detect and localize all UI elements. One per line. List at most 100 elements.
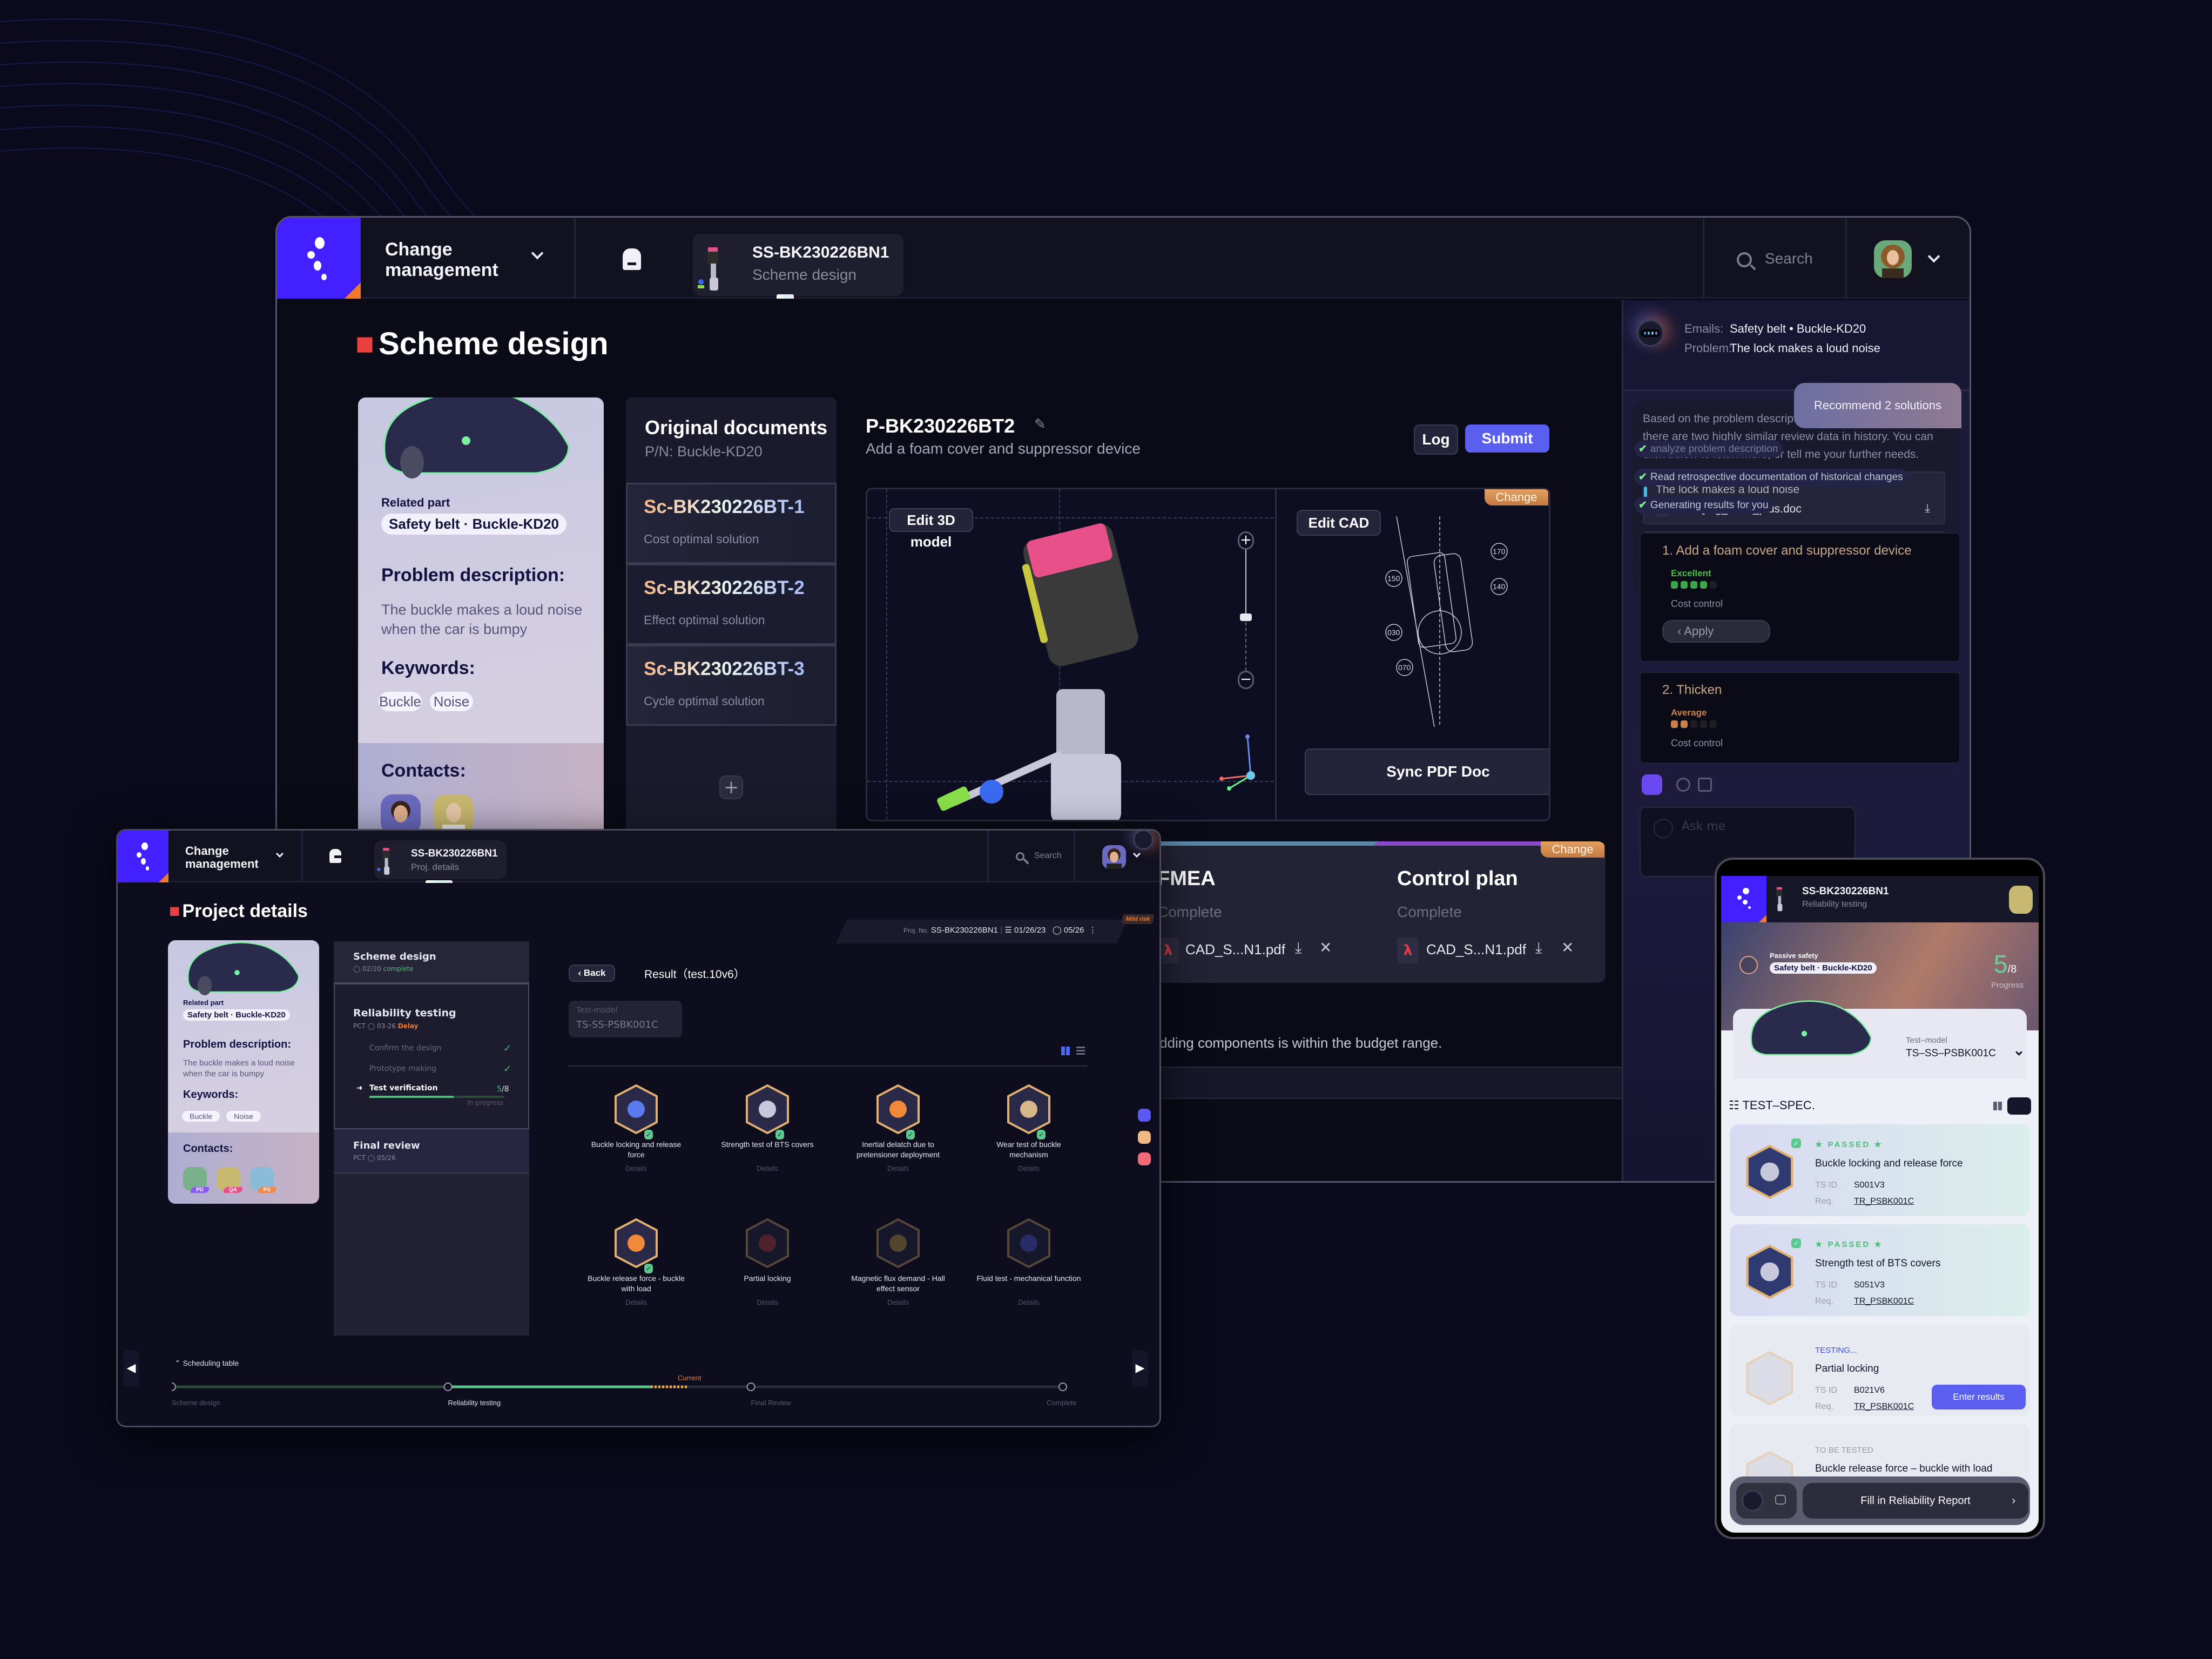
stage-final-review[interactable]: Final review PCT ◯ 05/26: [334, 1129, 529, 1174]
list-view-icon[interactable]: [1076, 1047, 1085, 1055]
test-model-field[interactable]: Test-model TS-SS-PSBK001C: [569, 1001, 682, 1037]
assistant-bot-icon[interactable]: [1133, 831, 1154, 850]
test-badge[interactable]: ✓ Wear test of buckle mechanism Details: [972, 1084, 1085, 1203]
contact-avatar[interactable]: QA: [217, 1167, 242, 1193]
kanban-icon[interactable]: [1138, 1109, 1151, 1122]
fmea-card[interactable]: FMEA Complete λ CAD_S...N1.pdf ⤓ ✕: [1141, 841, 1408, 983]
chevron-down-icon[interactable]: [2015, 1049, 2022, 1056]
details-link[interactable]: Details: [841, 1164, 955, 1172]
download-icon[interactable]: ⤓: [1295, 939, 1301, 957]
req-link[interactable]: TR_PSBK001C: [1854, 1197, 1914, 1206]
download-icon[interactable]: ⤓: [1535, 939, 1542, 957]
test-badge[interactable]: ✓ Buckle locking and release force Detai…: [579, 1084, 693, 1203]
search-input[interactable]: Search: [1765, 250, 1813, 267]
timeline-next-button[interactable]: ▶: [1132, 1350, 1148, 1387]
keyword-tag[interactable]: Noise: [226, 1111, 261, 1122]
solution-card[interactable]: 2. Thicken Average Cost control: [1640, 672, 1960, 764]
grid-view-icon[interactable]: [1061, 1047, 1070, 1055]
chevron-down-icon[interactable]: [531, 247, 544, 260]
test-badge[interactable]: Partial locking Details: [711, 1218, 824, 1337]
stage-reliability-testing[interactable]: Reliability testing PCT ◯ 03-26 Delay Co…: [334, 983, 529, 1129]
test-spec-card[interactable]: TESTING... Partial locking TS ID B021V6 …: [1730, 1324, 2030, 1416]
pause-icon[interactable]: [1138, 1131, 1151, 1144]
add-document-button[interactable]: +: [719, 775, 743, 799]
contact-avatar[interactable]: [381, 794, 421, 834]
assistant-bot-icon[interactable]: [1742, 1490, 1763, 1512]
search-icon[interactable]: [1016, 852, 1024, 861]
history-icon[interactable]: [1676, 778, 1690, 792]
chat-icon[interactable]: [1775, 1495, 1786, 1505]
edit-icon[interactable]: ✎: [1034, 416, 1046, 433]
req-link[interactable]: TR_PSBK001C: [1854, 1402, 1914, 1412]
zoom-slider-handle[interactable]: [1240, 613, 1252, 621]
sync-pdf-doc-button[interactable]: Sync PDF Doc: [1305, 748, 1549, 795]
search-icon[interactable]: [1737, 252, 1752, 267]
remove-file-icon[interactable]: ✕: [1319, 939, 1332, 956]
keyword-tag[interactable]: Noise: [430, 692, 473, 711]
details-link[interactable]: Details: [841, 1298, 955, 1306]
microphone-icon[interactable]: [1654, 819, 1673, 838]
control-plan-card[interactable]: Change Control plan Complete λ CAD_S...N…: [1373, 841, 1606, 983]
home-icon[interactable]: [623, 248, 641, 270]
enter-results-button[interactable]: Enter results: [1932, 1385, 2026, 1410]
zoom-in-button[interactable]: +: [1238, 531, 1254, 550]
user-avatar[interactable]: [2009, 886, 2033, 914]
chevron-down-icon[interactable]: [275, 849, 284, 858]
solution-card[interactable]: 1. Add a foam cover and suppressor devic…: [1640, 532, 1960, 662]
scheduling-table-label[interactable]: ⌃ Scheduling table: [174, 1359, 239, 1368]
grid-view-icon[interactable]: [1993, 1102, 2002, 1110]
notification-icon[interactable]: [1138, 1152, 1151, 1165]
test-badge[interactable]: ✓ Inertial delatch due to pretensioner d…: [841, 1084, 955, 1203]
details-link[interactable]: Details: [579, 1298, 693, 1306]
app-logo[interactable]: [118, 831, 168, 882]
details-link[interactable]: Details: [579, 1164, 693, 1172]
app-logo[interactable]: [1721, 876, 1766, 922]
details-link[interactable]: Details: [711, 1298, 824, 1306]
test-badge[interactable]: ✓ Buckle release force - buckle with loa…: [579, 1218, 693, 1337]
timeline-prev-button[interactable]: ◀: [123, 1350, 139, 1387]
back-button[interactable]: ‹ Back: [569, 965, 615, 982]
document-item[interactable]: Sc-BK230226BT-1 Cost optimal solution: [626, 483, 837, 564]
app-logo[interactable]: [277, 218, 361, 299]
contact-avatar[interactable]: PS: [250, 1167, 276, 1193]
list-view-icon[interactable]: [2007, 1097, 2031, 1115]
test-model-card[interactable]: Test–model TS–SS–PSBK001C: [1733, 1000, 2027, 1079]
download-icon[interactable]: ⤓: [1925, 502, 1930, 515]
apply-button[interactable]: ‹ Apply: [1662, 620, 1770, 643]
keyword-tag[interactable]: Buckle: [379, 692, 422, 711]
app-switcher[interactable]: Change management: [385, 239, 498, 280]
file-name[interactable]: CAD_S...N1.pdf: [1185, 941, 1285, 958]
document-item[interactable]: Sc-BK230226BT-2 Effect optimal solution: [626, 564, 837, 645]
test-spec-card[interactable]: ✓ ★ PASSED ★ Strength test of BTS covers…: [1730, 1224, 2030, 1316]
user-avatar[interactable]: [1874, 240, 1912, 278]
document-item[interactable]: Sc-BK230226BT-3 Cycle optimal solution: [626, 645, 837, 726]
test-badge[interactable]: Fluid test - mechanical function Details: [972, 1218, 1085, 1337]
remove-file-icon[interactable]: ✕: [1561, 939, 1574, 956]
contact-avatar[interactable]: PD: [183, 1167, 209, 1193]
chevron-down-icon[interactable]: [1927, 250, 1940, 263]
chevron-down-icon[interactable]: [1132, 849, 1141, 858]
test-badge[interactable]: ✓ Strength test of BTS covers Details: [711, 1084, 824, 1203]
req-link[interactable]: TR_PSBK001C: [1854, 1297, 1914, 1306]
zoom-out-button[interactable]: −: [1238, 671, 1254, 689]
log-button[interactable]: Log: [1414, 424, 1458, 455]
test-badge[interactable]: Magnetic flux demand - Hall effect senso…: [841, 1218, 955, 1337]
edit-cad-button[interactable]: Edit CAD: [1297, 510, 1381, 536]
substep-current[interactable]: Test verification: [369, 1084, 438, 1092]
contact-avatar[interactable]: [434, 794, 474, 834]
file-name[interactable]: CAD_S...N1.pdf: [1426, 941, 1526, 958]
details-link[interactable]: Details: [972, 1164, 1085, 1172]
test-spec-card[interactable]: ✓ ★ PASSED ★ Buckle locking and release …: [1730, 1124, 2030, 1216]
user-avatar[interactable]: [1102, 845, 1126, 869]
search-input[interactable]: Search: [1034, 851, 1062, 861]
stage-scheme-design[interactable]: Scheme design ◯ 02/20 complete: [334, 941, 529, 983]
project-tab[interactable]: SS-BK230226BN1 Scheme design: [693, 234, 903, 296]
details-link[interactable]: Details: [972, 1298, 1085, 1306]
details-link[interactable]: Details: [711, 1164, 824, 1172]
keyword-tag[interactable]: Buckle: [182, 1111, 220, 1122]
calendar-icon[interactable]: [1698, 778, 1712, 792]
app-switcher[interactable]: Change management: [185, 845, 259, 871]
submit-button[interactable]: Submit: [1465, 424, 1549, 453]
assistant-toggle[interactable]: [1736, 1483, 1797, 1519]
fill-reliability-report-button[interactable]: Fill in Reliability Report ›: [1803, 1483, 2028, 1519]
